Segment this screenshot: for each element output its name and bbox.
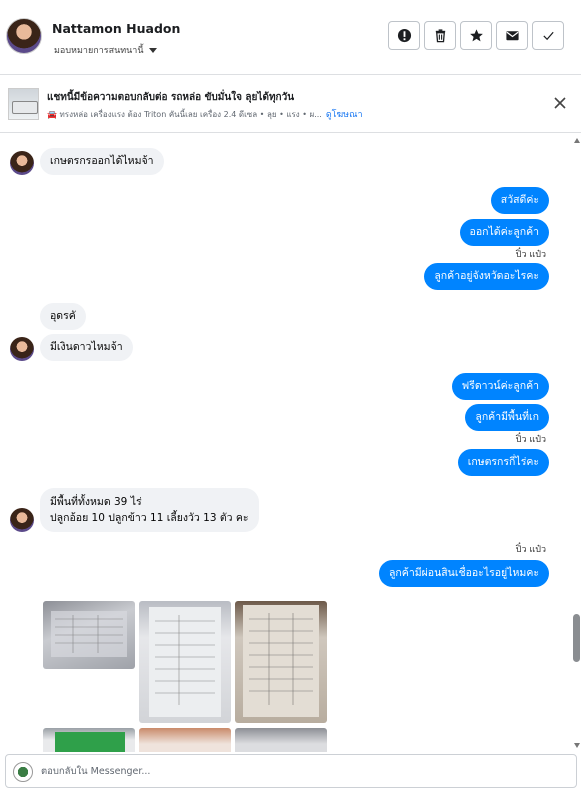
incoming-message[interactable]: มีพื้นที่ทั้งหมด 39 ไร่ ปลูกอ้อย 10 ปลูก… <box>40 488 259 532</box>
seen-label: ปิ๋ว แป๋ว <box>515 250 546 260</box>
mark-spam-button[interactable] <box>388 21 420 50</box>
photo-attachment[interactable] <box>235 728 327 752</box>
outgoing-message[interactable]: ลูกค้ามีผ่อนสินเชื่ออะไรอยู่ไหมคะ <box>379 560 549 587</box>
ad-subtitle: 🚘 ทรงหล่อ เครื่องแรง ต้อง Triton คันนี้เ… <box>47 109 322 119</box>
view-ad-link[interactable]: ดูโฆษณา <box>326 107 363 121</box>
photo-attachment[interactable] <box>139 728 231 752</box>
photo-attachment[interactable] <box>235 601 327 723</box>
photo-attachment[interactable] <box>43 728 135 752</box>
seen-label: ปิ๋ว แป๋ว <box>515 435 546 445</box>
message-line: มีพื้นที่ทั้งหมด 39 ไร่ <box>50 496 142 508</box>
scroll-up-arrow-icon[interactable] <box>574 138 580 143</box>
sender-avatar <box>10 151 34 175</box>
outgoing-message[interactable]: ออกได้ค่ะลูกค้า <box>459 219 549 246</box>
ad-thumbnail[interactable] <box>8 88 39 120</box>
outgoing-message[interactable]: ลูกค้ามีพื้นที่เก <box>465 404 549 431</box>
sender-avatar <box>10 337 34 361</box>
contact-name[interactable]: Nattamon Huadon <box>52 21 180 36</box>
ad-subtitle-row: 🚘 ทรงหล่อ เครื่องแรง ต้อง Triton คันนี้เ… <box>47 107 363 121</box>
page-avatar-icon <box>13 762 33 782</box>
message-thread[interactable]: เกษตรกรออกได้ไหมจ้า สวัสดีค่ะ ออกได้ค่ะล… <box>0 134 571 752</box>
contact-avatar[interactable] <box>6 18 42 54</box>
close-icon[interactable] <box>553 96 567 110</box>
photo-attachment[interactable] <box>43 601 135 669</box>
document-photo-icon <box>149 607 221 717</box>
outgoing-message[interactable]: สวัสดีค่ะ <box>490 187 549 214</box>
envelope-icon <box>505 31 519 41</box>
thread-scrollbar[interactable] <box>571 134 581 752</box>
caret-down-icon <box>148 47 157 53</box>
scrollbar-thumb[interactable] <box>573 614 580 662</box>
outgoing-message[interactable]: ฟรีดาวน์ค่ะลูกค้า <box>451 373 549 400</box>
trash-icon <box>435 29 445 43</box>
reply-composer <box>5 754 577 788</box>
assign-label: มอบหมายการสนทนานี้ <box>54 46 144 56</box>
document-photo-icon <box>55 732 125 752</box>
mark-unread-button[interactable] <box>496 21 528 50</box>
ad-title: แชทนี้มีข้อความตอบกลับต่อ รถหล่อ ขับมั่น… <box>47 92 295 103</box>
assign-conversation-dropdown[interactable]: มอบหมายการสนทนานี้ <box>54 43 157 57</box>
ad-context-banner: แชทนี้มีข้อความตอบกลับต่อ รถหล่อ ขับมั่น… <box>0 76 581 133</box>
photo-attachment[interactable] <box>139 601 231 723</box>
check-icon <box>542 31 554 41</box>
outgoing-message[interactable]: เกษตรกรกี่ไร่คะ <box>457 449 549 476</box>
reply-input[interactable] <box>41 761 561 781</box>
incoming-message[interactable]: มีเงินดาวไหมจ้า <box>40 334 133 361</box>
star-button[interactable] <box>460 21 492 50</box>
message-line: ปลูกอ้อย 10 ปลูกข้าว 11 เลี้ยงวัว 13 ตัว… <box>50 512 249 524</box>
scroll-down-arrow-icon[interactable] <box>574 743 580 748</box>
seen-label: ปิ๋ว แป๋ว <box>515 545 546 555</box>
delete-button[interactable] <box>424 21 456 50</box>
incoming-message[interactable]: อุดรคั <box>40 303 86 330</box>
sender-avatar <box>10 508 34 532</box>
document-photo-icon <box>51 611 127 657</box>
conversation-header: Nattamon Huadon มอบหมายการสนทนานี้ <box>0 0 581 75</box>
outgoing-message[interactable]: ลูกค้าอยู่จังหวัดอะไรคะ <box>424 263 549 290</box>
header-actions <box>388 21 564 50</box>
star-icon <box>469 29 483 42</box>
mark-done-button[interactable] <box>532 21 564 50</box>
document-photo-icon <box>243 605 319 717</box>
alert-icon <box>397 28 411 43</box>
incoming-message[interactable]: เกษตรกรออกได้ไหมจ้า <box>40 148 164 175</box>
